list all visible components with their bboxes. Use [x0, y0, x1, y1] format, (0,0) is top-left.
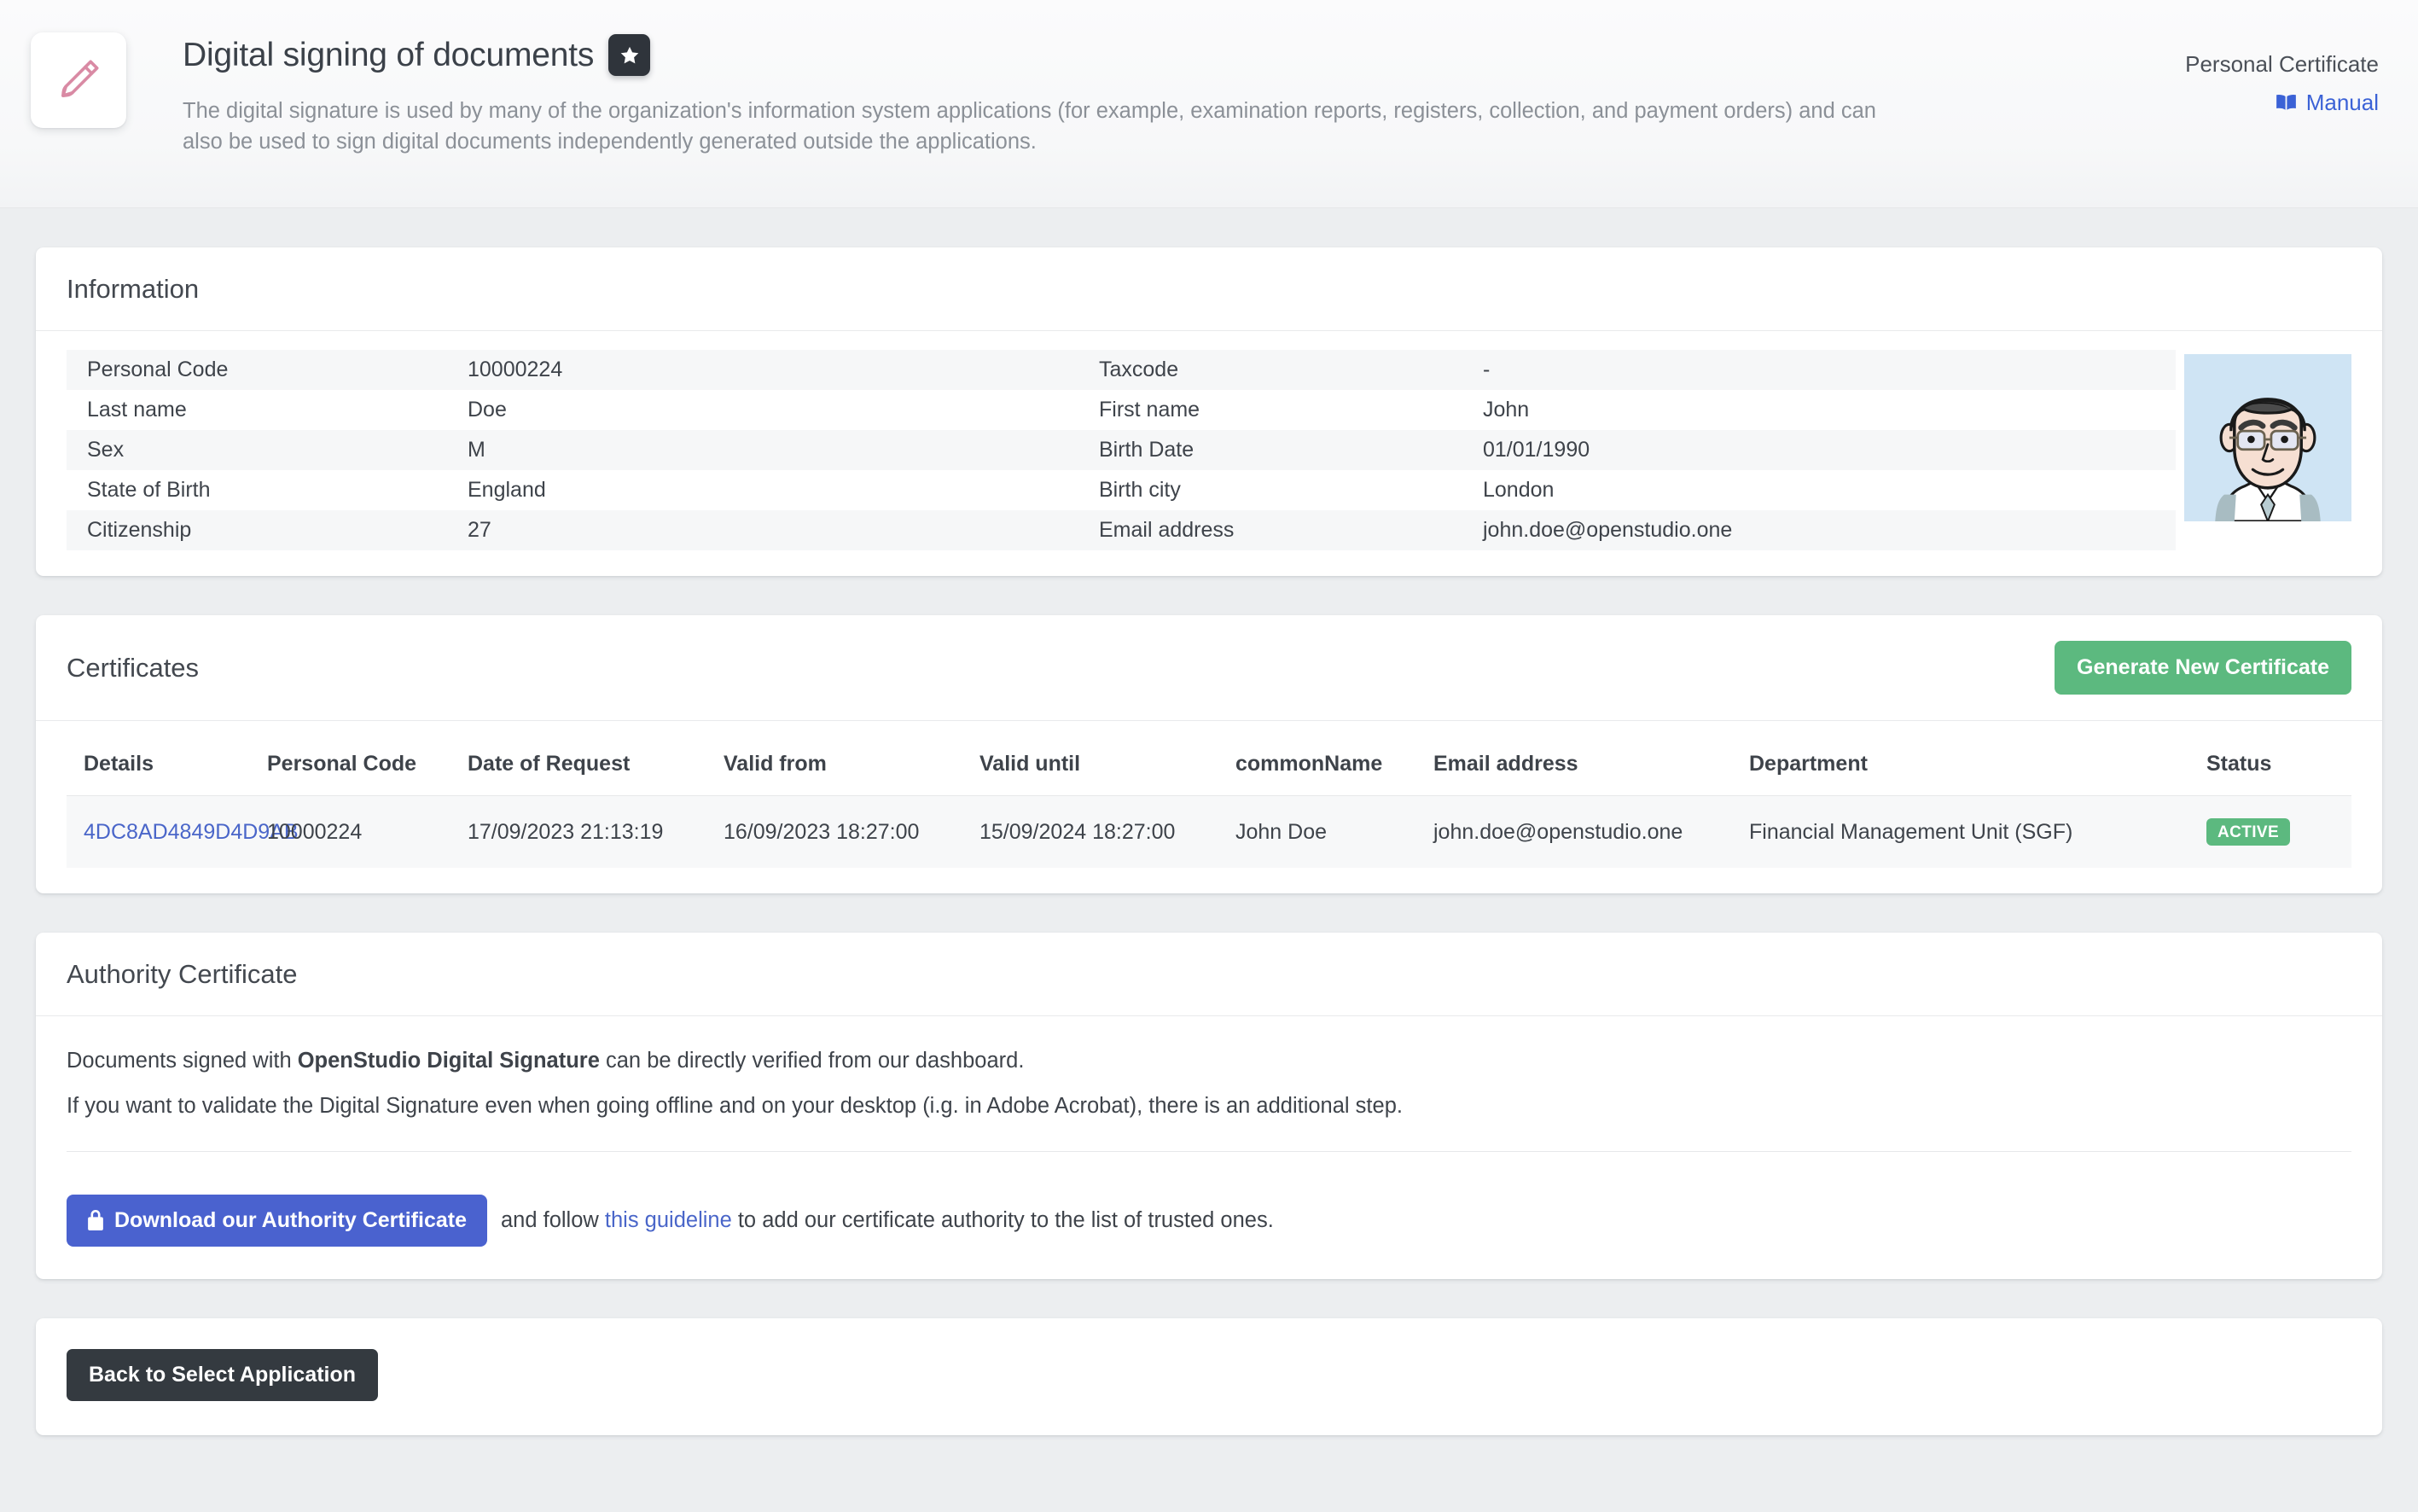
cell-status: ACTIVE	[2206, 795, 2351, 868]
personal-certificate-label: Personal Certificate	[2185, 51, 2379, 77]
information-title: Information	[67, 273, 200, 304]
table-row: Personal Code 10000224 Taxcode -	[67, 350, 2176, 390]
guideline-link[interactable]: this guideline	[605, 1208, 732, 1232]
certificates-card-header: Certificates Generate New Certificate	[36, 615, 2382, 721]
header-text-block: Digital signing of documents The digital…	[183, 29, 2380, 157]
authority-card-header: Authority Certificate	[36, 933, 2382, 1016]
certificates-card: Certificates Generate New Certificate De…	[36, 615, 2382, 893]
cell-valid-until: 15/09/2024 18:27:00	[979, 795, 1235, 868]
authority-line1-after: can be directly verified from our dashbo…	[599, 1049, 1025, 1073]
column-header-common-name[interactable]: commonName	[1235, 740, 1433, 796]
avatar	[2184, 354, 2351, 521]
table-row: Last name Doe First name John	[67, 390, 2176, 430]
info-value: John	[1483, 398, 1530, 422]
table-row: Citizenship 27 Email address john.doe@op…	[67, 510, 2176, 550]
column-header-valid-until[interactable]: Valid until	[979, 740, 1235, 796]
generate-new-certificate-button[interactable]: Generate New Certificate	[2055, 641, 2351, 695]
information-card: Information Personal Code 10000224 Taxco…	[36, 247, 2382, 576]
column-header-department[interactable]: Department	[1749, 740, 2206, 796]
column-header-date-request[interactable]: Date of Request	[468, 740, 724, 796]
authority-card-body: Documents signed with OpenStudio Digital…	[36, 1016, 2382, 1164]
certificates-table: Details Personal Code Date of Request Va…	[67, 740, 2351, 868]
authority-action-row: Download our Authority Certificate and f…	[36, 1164, 2382, 1279]
information-card-header: Information	[36, 247, 2382, 331]
star-icon	[619, 44, 641, 67]
download-button-label: Download our Authority Certificate	[114, 1207, 467, 1232]
cell-details: 4DC8AD4849D4D9AB	[67, 795, 299, 868]
info-key: Sex	[87, 438, 125, 462]
table-row: Sex M Birth Date 01/01/1990	[67, 430, 2176, 470]
authority-follow-text: and follow this guideline to add our cer…	[501, 1208, 1274, 1233]
pen-icon	[52, 54, 105, 107]
authority-paragraph-2: If you want to validate the Digital Sign…	[67, 1093, 1403, 1118]
column-header-details[interactable]: Details	[67, 740, 267, 796]
info-key: Birth city	[1099, 478, 1181, 502]
authority-paragraph-1: Documents signed with OpenStudio Digital…	[67, 1045, 2351, 1077]
cell-department: Financial Management Unit (SGF)	[1749, 795, 2206, 868]
page-title: Digital signing of documents	[183, 37, 595, 73]
info-value: 10000224	[468, 358, 563, 381]
header-right-block: Personal Certificate Manual	[2185, 53, 2379, 116]
follow-after: to add our certificate authority to the …	[731, 1207, 1274, 1232]
info-value: England	[468, 478, 546, 502]
open-book-icon	[2275, 93, 2298, 113]
info-key: First name	[1099, 398, 1200, 422]
authority-line1-bold: OpenStudio Digital Signature	[297, 1049, 600, 1073]
info-key: Email address	[1099, 518, 1235, 542]
lock-icon	[87, 1210, 104, 1231]
cell-valid-from: 16/09/2023 18:27:00	[724, 795, 979, 868]
page-description: The digital signature is used by many of…	[183, 99, 1876, 154]
info-key: Last name	[87, 398, 187, 422]
authority-title: Authority Certificate	[67, 958, 298, 989]
status-badge: ACTIVE	[2206, 818, 2291, 846]
column-header-status[interactable]: Status	[2206, 740, 2351, 796]
follow-before: and follow	[500, 1207, 605, 1232]
column-header-valid-from[interactable]: Valid from	[724, 740, 979, 796]
authority-certificate-card: Authority Certificate Documents signed w…	[36, 933, 2382, 1279]
authority-line1-before: Documents signed with	[67, 1049, 298, 1073]
column-header-email[interactable]: Email address	[1433, 740, 1749, 796]
column-header-personal-code[interactable]: Personal Code	[267, 740, 468, 796]
manual-link[interactable]: Manual	[2185, 90, 2379, 116]
cell-date-of-request: 17/09/2023 21:13:19	[468, 795, 724, 868]
page-header: Digital signing of documents The digital…	[0, 0, 2418, 208]
info-value: M	[468, 438, 485, 462]
page-body: Information Personal Code 10000224 Taxco…	[0, 208, 2418, 1435]
info-key: Birth Date	[1099, 438, 1194, 462]
app-icon-card	[31, 32, 126, 128]
certificate-details-link[interactable]: 4DC8AD4849D4D9AB	[84, 820, 299, 844]
cell-common-name: John Doe	[1235, 795, 1433, 868]
information-table: Personal Code 10000224 Taxcode - Last na…	[67, 350, 2176, 550]
table-row: State of Birth England Birth city London	[67, 470, 2176, 510]
info-value: john.doe@openstudio.one	[1483, 518, 1733, 542]
info-value: -	[1483, 358, 1491, 381]
table-header-row: Details Personal Code Date of Request Va…	[67, 740, 2351, 796]
info-value: Doe	[468, 398, 507, 422]
back-to-select-application-button[interactable]: Back to Select Application	[67, 1348, 379, 1401]
info-value: 27	[468, 518, 491, 542]
info-key: Taxcode	[1099, 358, 1179, 381]
manual-link-label: Manual	[2305, 90, 2379, 115]
favorite-button[interactable]	[608, 34, 651, 76]
cell-email: john.doe@openstudio.one	[1433, 795, 1749, 868]
certificates-card-body: Details Personal Code Date of Request Va…	[36, 721, 2382, 893]
divider	[67, 1150, 2351, 1152]
certificates-title: Certificates	[67, 652, 200, 683]
download-authority-certificate-button[interactable]: Download our Authority Certificate	[67, 1194, 487, 1247]
table-row: 4DC8AD4849D4D9AB 10000224 17/09/2023 21:…	[67, 795, 2351, 868]
footer-card: Back to Select Application	[36, 1317, 2382, 1435]
info-value: London	[1483, 478, 1555, 502]
info-key: Personal Code	[87, 358, 229, 381]
info-key: Citizenship	[87, 518, 192, 542]
information-card-body: Personal Code 10000224 Taxcode - Last na…	[36, 331, 2382, 576]
info-value: 01/01/1990	[1483, 438, 1590, 462]
cell-personal-code: 10000224	[267, 795, 468, 868]
info-key: State of Birth	[87, 478, 211, 502]
